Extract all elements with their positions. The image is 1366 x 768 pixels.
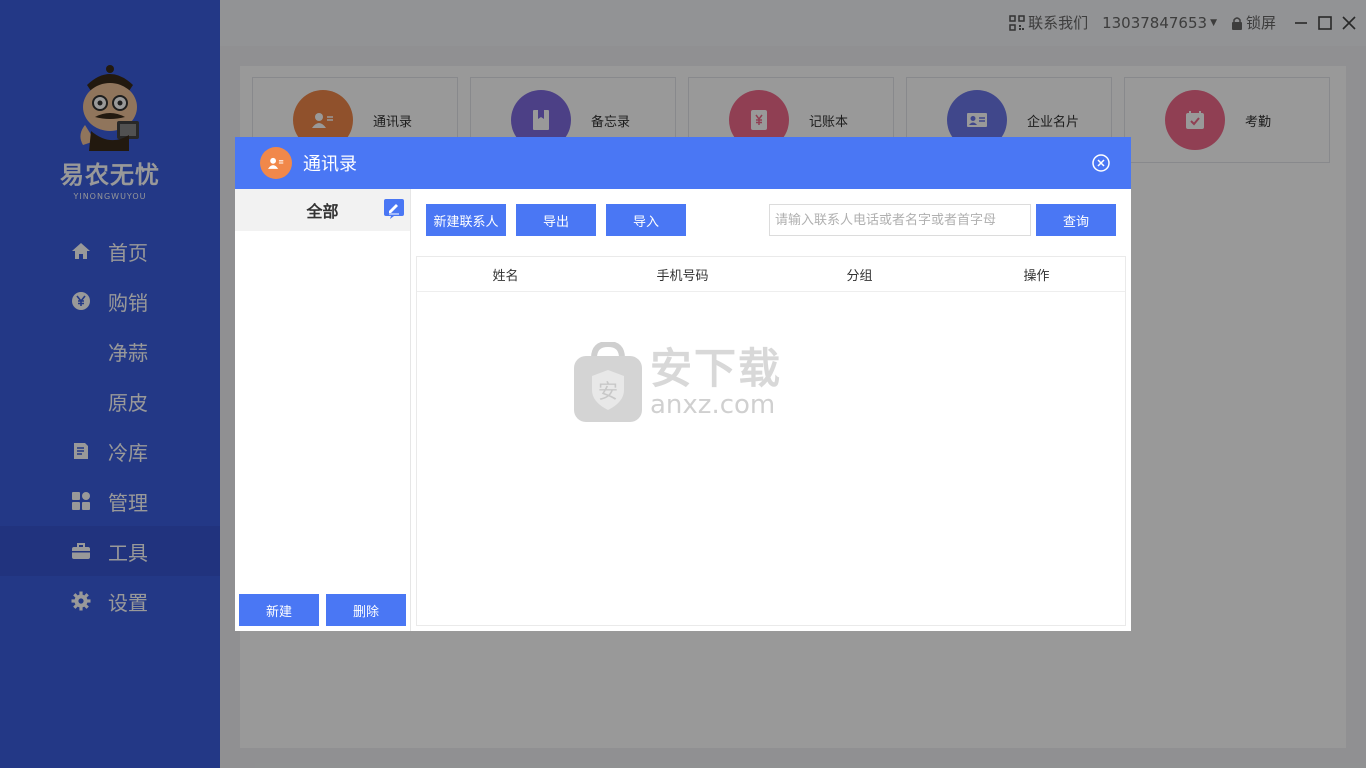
contacts-dialog: 通讯录 全部 新建 删除 新建联系人 导出 导入 查询 姓名 手机号码 分组 操…	[235, 137, 1131, 631]
watermark-badge: 安	[598, 379, 618, 403]
edit-icon[interactable]	[384, 199, 404, 219]
group-item-label: 全部	[306, 202, 339, 221]
watermark-en: anxz.com	[650, 390, 776, 420]
watermark-text: 安下载 anxz.com	[650, 344, 783, 420]
delete-group-button[interactable]: 删除	[326, 594, 406, 626]
dialog-title: 通讯录	[303, 154, 357, 175]
column-header-actions[interactable]: 操作	[948, 257, 1125, 291]
new-contact-button[interactable]: 新建联系人	[426, 204, 506, 236]
shield-bag-icon: 安	[574, 342, 642, 422]
contacts-icon	[260, 147, 292, 179]
group-panel: 全部 新建 删除	[235, 189, 411, 631]
export-button[interactable]: 导出	[516, 204, 596, 236]
close-dialog-icon[interactable]	[1092, 154, 1110, 172]
table-header: 姓名 手机号码 分组 操作	[417, 257, 1125, 292]
dialog-header: 通讯录	[235, 137, 1131, 189]
contacts-panel: 新建联系人 导出 导入 查询 姓名 手机号码 分组 操作 安 安下载	[411, 189, 1131, 631]
watermark-cn: 安下载	[650, 344, 783, 393]
new-group-button[interactable]: 新建	[239, 594, 319, 626]
search-input[interactable]	[769, 204, 1031, 236]
column-header-group[interactable]: 分组	[771, 257, 948, 291]
column-header-name[interactable]: 姓名	[417, 257, 594, 291]
group-item-all[interactable]: 全部	[235, 189, 410, 231]
contacts-table: 姓名 手机号码 分组 操作 安 安下载 anxz.com	[416, 256, 1126, 626]
import-button[interactable]: 导入	[606, 204, 686, 236]
watermark: 安 安下载 anxz.com	[572, 342, 782, 424]
column-header-phone[interactable]: 手机号码	[594, 257, 771, 291]
query-button[interactable]: 查询	[1036, 204, 1116, 236]
